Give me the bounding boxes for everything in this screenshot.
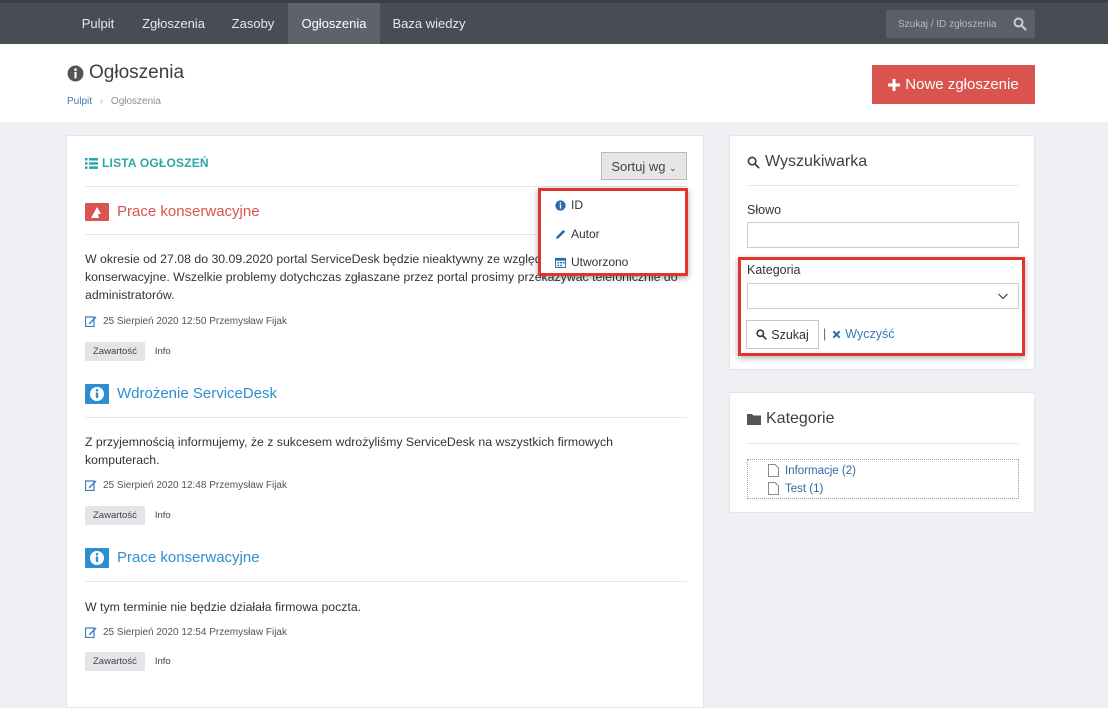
divider [85,581,687,582]
announcement-meta: 25 Sierpień 2020 12:50 Przemysław Fijak [85,315,287,327]
categories-panel: Kategorie Informacje (2) Test (1) [729,392,1035,513]
warning-icon [85,203,109,221]
announcement-meta: 25 Sierpień 2020 12:48 Przemysław Fijak [85,479,287,491]
info-icon [67,65,84,81]
content-tag[interactable]: Zawartość [85,652,145,671]
document-icon [768,482,779,495]
info-icon [85,548,109,568]
breadcrumb-pulpit[interactable]: Pulpit [67,96,92,107]
page-header: Ogłoszenia Pulpit › Ogłoszenia Nowe zgło… [0,44,1108,122]
sort-option-label: Autor [571,227,600,241]
category-tree: Informacje (2) Test (1) [747,459,1019,499]
category-tag: Info [154,346,171,357]
divider [747,185,1019,186]
divider [747,443,1019,444]
sort-option-author[interactable]: Autor [555,227,600,241]
category-tag: Info [154,510,171,521]
top-navbar: Pulpit Zgłoszenia Zasoby Ogłoszenia Baza… [0,0,1108,44]
announcement-title-text[interactable]: Prace konserwacyjne [117,548,260,568]
search-icon [747,156,760,169]
info-icon [85,384,109,404]
sort-option-label: ID [571,198,583,212]
edit-icon [85,480,97,491]
edit-icon [85,316,97,327]
word-label: Słowo [747,203,782,217]
nav-item-baza-wiedzy[interactable]: Baza wiedzy [380,3,478,44]
nav-item-zasoby[interactable]: Zasoby [218,3,288,44]
nav-item-pulpit[interactable]: Pulpit [67,3,129,44]
announcement-title[interactable]: Wdrożenie ServiceDesk [85,384,277,404]
divider [85,186,687,187]
new-ticket-label: Nowe zgłoszenie [905,76,1019,93]
announcement-body: Z przyjemnością informujemy, że z sukces… [85,435,613,467]
nav-item-ogloszenia[interactable]: Ogłoszenia [288,3,380,44]
search-icon[interactable] [1013,17,1027,31]
new-ticket-button[interactable]: Nowe zgłoszenie [872,65,1035,104]
sort-option-label: Utworzono [571,255,629,269]
breadcrumb: Pulpit › Ogłoszenia [67,96,161,107]
announcement-tags: Zawartość Info [85,506,171,525]
announcement-title-text[interactable]: Prace konserwacyjne [117,202,260,222]
search-panel-title-text: Wyszukiwarka [765,153,868,170]
sort-option-created[interactable]: Utworzono [555,255,628,269]
category-item-label[interactable]: Test (1) [785,483,823,495]
document-icon [768,464,779,477]
categories-panel-title-text: Kategorie [766,410,835,427]
list-icon [85,157,98,169]
announcement-tags: Zawartość Info [85,652,171,671]
announcement-meta-text: 25 Sierpień 2020 12:48 Przemysław Fijak [103,479,287,491]
announcement-title-text[interactable]: Wdrożenie ServiceDesk [117,384,277,404]
list-title-text: LISTA OGŁOSZEŃ [102,156,209,170]
announcement-title[interactable]: Prace konserwacyjne [85,548,260,568]
pencil-icon [555,229,566,239]
announcement-meta-text: 25 Sierpień 2020 12:54 Przemysław Fijak [103,626,287,638]
page-title-text: Ogłoszenia [89,62,185,83]
calendar-icon [555,257,566,268]
sort-dropdown-menu: ID Autor Utworzono [538,188,688,276]
divider [85,417,687,418]
content-tag[interactable]: Zawartość [85,342,145,361]
page-title: Ogłoszenia [67,62,184,84]
info-icon [555,199,566,211]
category-tag: Info [154,656,171,667]
category-item[interactable]: Test (1) [768,482,823,495]
breadcrumb-current: Ogłoszenia [110,96,161,107]
announcement-body: W tym terminie nie będzie działała firmo… [85,600,362,614]
announcement-title[interactable]: Prace konserwacyjne [85,202,260,222]
sort-dropdown-button[interactable]: Sortuj wg ⌄ [601,152,687,180]
edit-icon [85,627,97,638]
content-tag[interactable]: Zawartość [85,506,145,525]
nav-item-zgloszenia[interactable]: Zgłoszenia [129,3,218,44]
chevron-down-icon: ⌄ [669,162,677,173]
top-search [886,10,1035,38]
folder-icon [747,414,761,425]
sort-label: Sortuj wg [611,158,666,174]
category-item[interactable]: Informacje (2) [768,464,856,477]
announcement-meta: 25 Sierpień 2020 12:54 Przemysław Fijak [85,626,287,638]
word-input[interactable] [747,222,1019,248]
sort-option-id[interactable]: ID [555,198,583,212]
list-title: LISTA OGŁOSZEŃ [85,156,209,170]
categories-panel-title: Kategorie [747,410,835,428]
plus-icon [888,78,901,91]
highlight-box [738,257,1025,356]
search-panel-title: Wyszukiwarka [747,153,867,171]
announcement-tags: Zawartość Info [85,342,171,361]
top-search-input[interactable] [886,10,1010,38]
breadcrumb-separator: › [99,96,104,107]
category-item-label[interactable]: Informacje (2) [785,465,856,477]
announcement-meta-text: 25 Sierpień 2020 12:50 Przemysław Fijak [103,315,287,327]
